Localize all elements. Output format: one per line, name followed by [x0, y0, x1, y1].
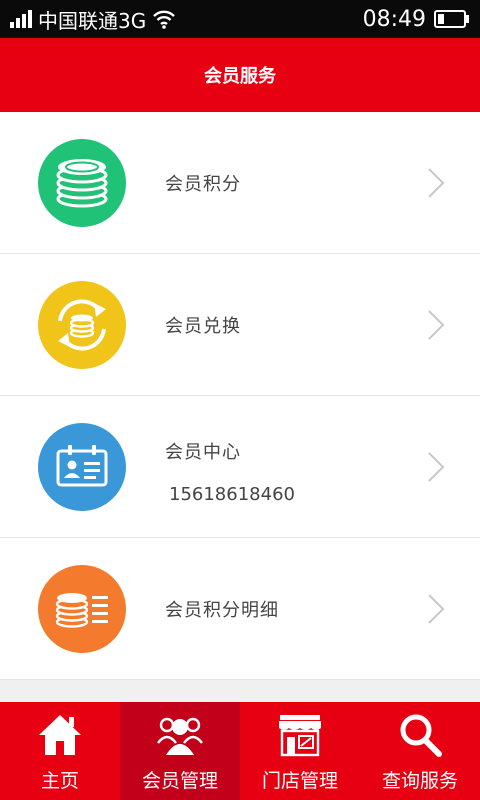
tab-label: 会员管理 [141, 770, 218, 792]
menu-item-label: 会员兑换 [165, 316, 241, 337]
battery-icon [434, 10, 469, 28]
member-phone-number: 15618618460 [169, 484, 295, 505]
page-title: 会员服务 [204, 66, 276, 87]
members-icon [157, 717, 203, 755]
menu-item-label: 会员积分 [165, 174, 241, 195]
carrier-name: 中国联通3G [38, 8, 147, 33]
tab-label: 门店管理 [261, 770, 338, 792]
menu-item-label: 会员中心 [165, 442, 241, 463]
menu-item-points-detail[interactable]: 会员积分明细 [0, 538, 480, 680]
menu-item-exchange[interactable]: 会员兑换 [0, 254, 480, 396]
chevron-right-icon [428, 452, 445, 482]
chevron-right-icon [428, 168, 445, 198]
chevron-right-icon [428, 594, 445, 624]
signal-icon [10, 10, 32, 28]
tab-query-service[interactable]: 查询服务 [360, 702, 480, 800]
tab-label: 主页 [40, 770, 79, 792]
tab-home[interactable]: 主页 [0, 702, 120, 800]
member-card-icon [38, 423, 126, 511]
clock: 08:49 [362, 6, 426, 32]
menu-item-points[interactable]: 会员积分 [0, 112, 480, 254]
chevron-right-icon [428, 310, 445, 340]
home-icon [39, 715, 81, 755]
menu-item-label: 会员积分明细 [165, 600, 279, 621]
search-icon [400, 714, 442, 757]
exchange-icon [38, 281, 126, 369]
wifi-icon [153, 10, 176, 29]
tab-store-management[interactable]: 门店管理 [240, 702, 360, 800]
points-detail-icon [38, 565, 126, 653]
tab-member-management[interactable]: 会员管理 [120, 702, 240, 800]
app-header: 会员服务 [0, 38, 480, 112]
store-icon [279, 715, 321, 757]
status-bar: 中国联通3G 08:49 [0, 0, 480, 38]
tab-label: 查询服务 [381, 770, 458, 792]
menu-item-member-center[interactable]: 会员中心 15618618460 [0, 396, 480, 538]
bottom-tab-bar: 主页 会员管理 门店管理 查询服务 [0, 702, 480, 800]
member-menu-list: 会员积分 会员兑换 会员中心 15618618460 会员积分明细 [0, 112, 480, 680]
coin-stack-icon [38, 139, 126, 227]
